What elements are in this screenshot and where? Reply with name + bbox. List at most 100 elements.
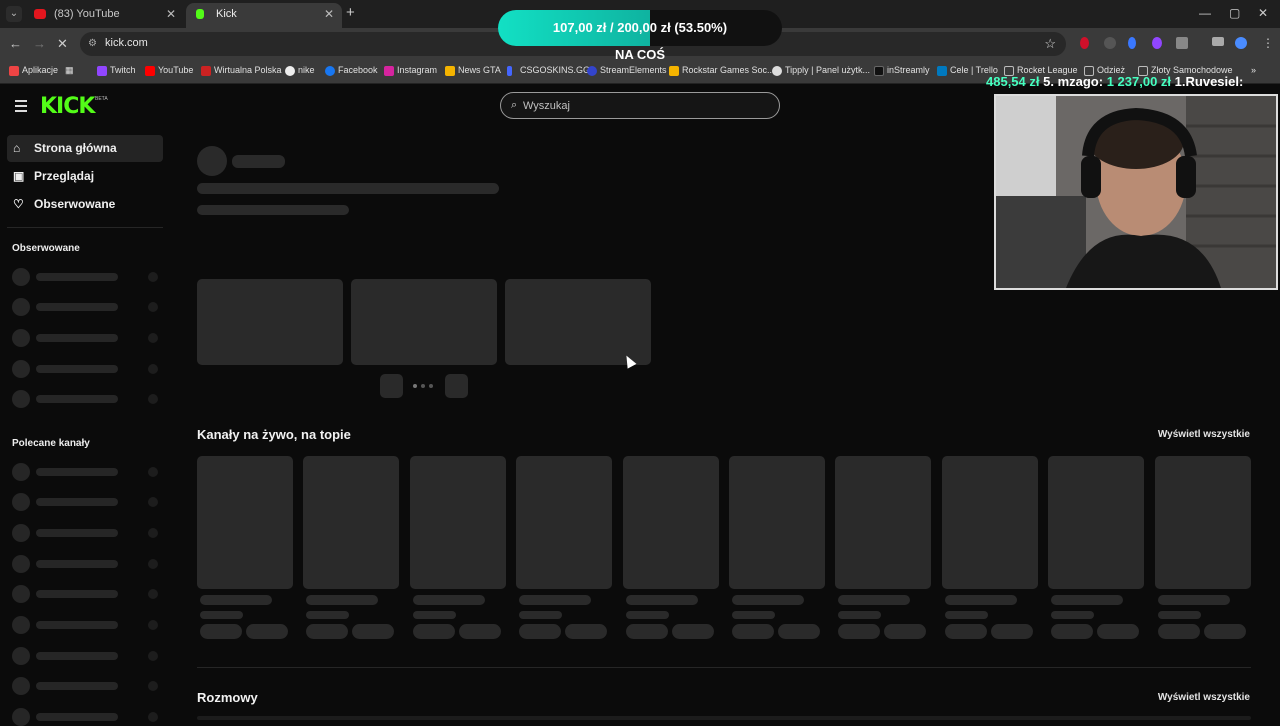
sidebar-item-browse[interactable]: ▣ Przeglądaj — [7, 163, 163, 190]
webcam-overlay — [994, 94, 1278, 290]
skeleton-card — [505, 279, 651, 365]
bookmark-item[interactable]: Twitch — [97, 65, 136, 76]
maximize-button[interactable]: ▢ — [1229, 6, 1240, 20]
extensions-puzzle-icon[interactable] — [1176, 37, 1188, 49]
skeleton-line — [36, 365, 118, 373]
bookmark-item[interactable]: nike — [285, 65, 315, 76]
bookmark-item[interactable]: YouTube — [145, 65, 193, 76]
skeleton-line — [412, 595, 485, 605]
skeleton-tag — [625, 624, 668, 639]
close-window-button[interactable]: ✕ — [1258, 6, 1268, 20]
search-input[interactable] — [523, 98, 763, 114]
carousel-dot[interactable] — [429, 384, 433, 388]
reading-list-icon[interactable] — [1212, 37, 1224, 46]
extension-icon[interactable] — [1080, 37, 1089, 49]
forward-button[interactable]: → — [33, 36, 46, 51]
facebook-icon — [325, 66, 335, 76]
skeleton-dot — [148, 651, 158, 661]
section-title-talk: Rozmowy — [197, 690, 258, 705]
carousel-dot[interactable] — [421, 384, 425, 388]
browser-menu-icon[interactable]: ⋮ — [1262, 37, 1274, 49]
skeleton-line — [1051, 611, 1095, 619]
bookmark-item[interactable]: Facebook — [325, 65, 378, 76]
skeleton-avatar — [12, 647, 30, 665]
skeleton-avatar — [12, 555, 30, 573]
tipply-icon — [772, 66, 782, 76]
skeleton-tag — [1203, 624, 1246, 639]
skeleton-dot — [148, 467, 158, 477]
grid-icon[interactable]: ▦ — [65, 65, 74, 76]
skeleton-avatar — [12, 463, 30, 481]
minimize-button[interactable]: — — [1199, 6, 1211, 20]
skeleton-avatar — [12, 298, 30, 316]
menu-icon[interactable] — [15, 100, 27, 115]
tab-kick[interactable]: Kick ✕ — [186, 3, 342, 28]
bookmark-star-icon[interactable]: ☆ — [1044, 36, 1056, 52]
tab-search-button[interactable]: ⌄ — [6, 6, 22, 22]
nike-icon — [285, 66, 295, 76]
site-info-icon[interactable]: ⚙ — [88, 38, 100, 50]
extension-icon[interactable] — [1104, 37, 1116, 49]
carousel-prev-button[interactable] — [380, 374, 403, 398]
divider — [197, 667, 1251, 668]
bookmark-item[interactable]: inStreamly — [874, 65, 930, 76]
extension-icon[interactable] — [1152, 37, 1162, 49]
skeleton-line — [519, 611, 563, 619]
instagram-icon — [384, 66, 394, 76]
skeleton-dot — [148, 302, 158, 312]
skeleton-line — [1157, 611, 1201, 619]
divider — [7, 227, 163, 228]
bookmark-item[interactable]: CSGOSKINS.GG — [507, 65, 590, 76]
skeleton-line — [625, 595, 698, 605]
bookmark-item[interactable]: Instagram — [384, 65, 437, 76]
bookmark-item[interactable]: Rockstar Games Soc... — [669, 65, 775, 76]
sidebar-item-label: Strona główna — [34, 141, 117, 155]
section-title-live: Kanały na żywo, na topie — [197, 427, 351, 442]
profile-avatar[interactable] — [1235, 37, 1247, 49]
instreamly-icon — [874, 66, 884, 76]
skeleton-line — [36, 334, 118, 342]
url-text: kick.com — [105, 37, 148, 49]
new-tab-button[interactable]: + — [346, 4, 355, 21]
carousel-dot[interactable] — [413, 384, 417, 388]
skeleton-line — [1051, 595, 1124, 605]
search-bar[interactable]: ⌕ — [500, 92, 780, 119]
stop-loading-button[interactable]: ✕ — [57, 36, 68, 52]
skeleton-thumbnail — [303, 456, 400, 589]
bookmark-item[interactable]: News GTA — [445, 65, 501, 76]
skeleton-avatar — [12, 268, 30, 286]
bookmark-item[interactable]: Wirtualna Polska — [201, 65, 282, 76]
bookmark-item[interactable]: Tipply | Panel użytk... — [772, 65, 870, 76]
skeleton-thumbnail — [516, 456, 613, 589]
donation-goal-caption: NA COŚ — [614, 47, 666, 62]
skeleton-tag — [412, 624, 455, 639]
donation-ticker: 485,54 zł 5. mzago: 1 237,00 zł 1.Ruvesi… — [986, 74, 1280, 92]
skeleton-line — [36, 498, 118, 506]
skeleton-thumbnail — [941, 456, 1038, 589]
sidebar-item-following[interactable]: ♡ Obserwowane — [7, 191, 163, 218]
skeleton-avatar — [12, 493, 30, 511]
carousel-next-button[interactable] — [445, 374, 468, 398]
skeleton-avatar — [12, 329, 30, 347]
back-button[interactable]: ← — [9, 36, 22, 51]
ticker-amount: 485,54 zł — [986, 74, 1040, 89]
skeleton-avatar — [12, 360, 30, 378]
extension-icon[interactable] — [1128, 37, 1136, 49]
view-all-talk-link[interactable]: Wyświetl wszystkie — [1158, 692, 1250, 703]
tab-youtube[interactable]: (83) YouTube ✕ — [24, 3, 184, 28]
bookmark-item[interactable]: Aplikacje — [9, 65, 58, 76]
close-icon[interactable]: ✕ — [166, 3, 176, 25]
bookmark-item[interactable]: StreamElements — [587, 65, 667, 76]
skeleton-line — [732, 611, 775, 619]
view-all-live-link[interactable]: Wyświetl wszystkie — [1158, 429, 1250, 440]
skeleton-dot — [148, 712, 158, 722]
sidebar-item-home[interactable]: ⌂ Strona główna — [7, 135, 163, 162]
close-icon[interactable]: ✕ — [324, 3, 334, 25]
skeleton-dot — [148, 333, 158, 343]
kick-logo[interactable]: KICK — [40, 94, 95, 119]
webcam-image — [996, 96, 1276, 288]
skeleton-tag — [352, 624, 395, 639]
skeleton-line — [200, 595, 272, 605]
skeleton-line — [232, 155, 285, 168]
skeleton-line — [36, 273, 118, 281]
